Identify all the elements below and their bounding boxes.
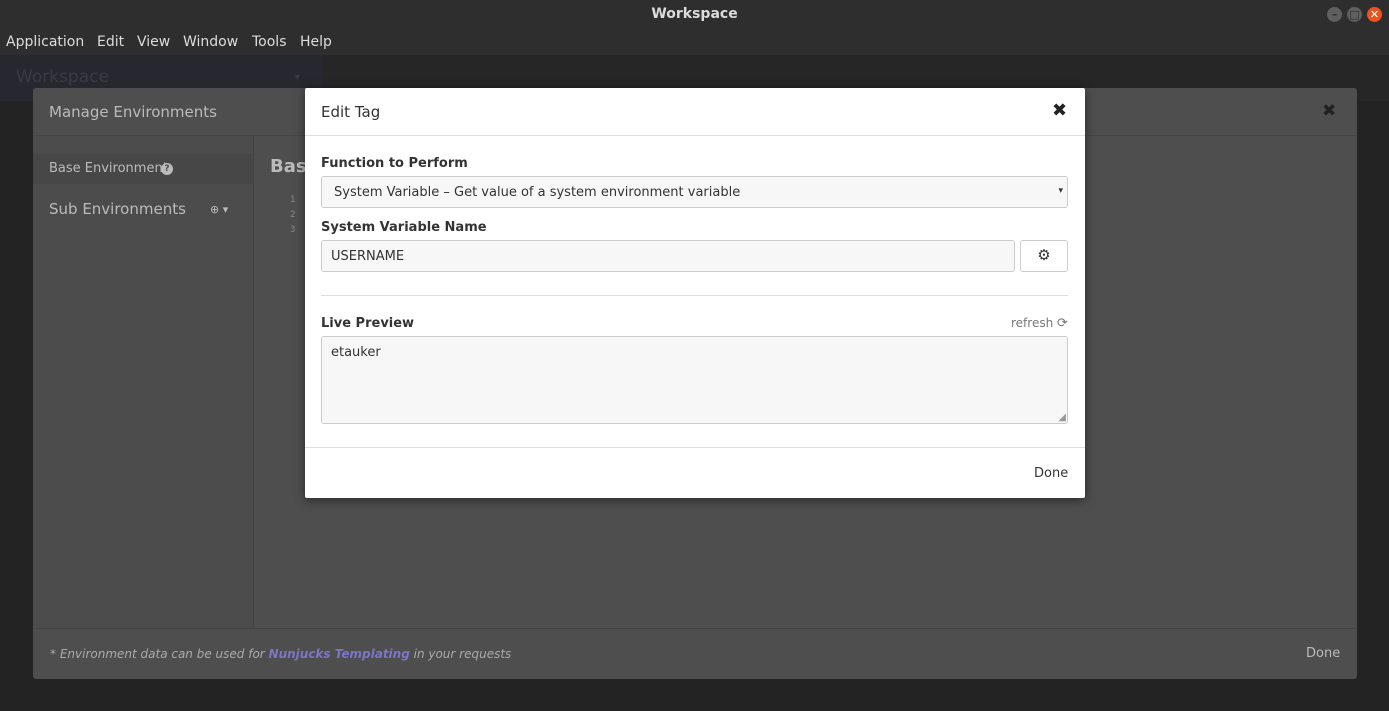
edit-tag-modal: Edit Tag ✖ Function to Perform System Va… [305, 88, 1085, 498]
refresh-icon: ⟳ [1057, 316, 1068, 331]
sidebar-item-base-environment: Base Environment ? [33, 154, 253, 184]
menu-bar: Application Edit View Window Tools Help [0, 30, 1389, 55]
live-preview-textarea[interactable]: etauker ◢ [321, 336, 1068, 424]
chevron-down-icon: ▾ [1058, 186, 1063, 196]
env-footnote: * Environment data can be used for Nunju… [50, 647, 511, 661]
line-number: 1 [290, 195, 296, 205]
workspace-name: Workspace [16, 67, 109, 87]
variable-name-input[interactable]: USERNAME [321, 240, 1015, 272]
env-done-button: Done [1306, 646, 1341, 661]
close-icon[interactable]: ✖ [1052, 100, 1067, 121]
close-icon: ✖ [1322, 101, 1337, 121]
maximize-icon[interactable]: □ [1347, 7, 1362, 22]
menu-edit[interactable]: Edit [97, 34, 124, 50]
chevron-down-icon: ▾ [295, 72, 301, 83]
function-select[interactable]: System Variable – Get value of a system … [321, 176, 1068, 208]
function-select-value: System Variable – Get value of a system … [334, 185, 741, 200]
add-icon: ⊕ ▾ [210, 203, 229, 216]
footnote-suffix: in your requests [409, 647, 512, 661]
menu-application[interactable]: Application [6, 34, 84, 50]
edit-tag-header: Edit Tag ✖ [305, 88, 1085, 136]
menu-tools[interactable]: Tools [252, 34, 287, 50]
divider [321, 295, 1068, 296]
env-modal-title: Manage Environments [49, 103, 217, 121]
line-number: 3 [290, 225, 296, 235]
settings-button[interactable]: ⚙ [1020, 240, 1068, 272]
nunjucks-link: Nunjucks Templating [268, 647, 410, 661]
close-icon[interactable]: ✕ [1367, 7, 1382, 22]
variable-name-value: USERNAME [331, 249, 405, 264]
base-environment-label: Base Environment [49, 161, 168, 176]
resize-grip-icon[interactable]: ◢ [1058, 412, 1066, 423]
function-label: Function to Perform [321, 156, 468, 171]
minimize-icon[interactable]: – [1327, 7, 1342, 22]
refresh-button[interactable]: refresh ⟳ [1011, 316, 1068, 331]
title-bar: Workspace – □ ✕ [0, 0, 1389, 30]
edit-tag-footer: Done [305, 447, 1085, 498]
live-preview-label: Live Preview [321, 316, 415, 331]
sub-environments-label: Sub Environments [49, 200, 186, 218]
menu-help[interactable]: Help [300, 34, 332, 50]
gear-icon: ⚙ [1037, 246, 1051, 264]
env-sidebar: Base Environment ? Sub Environments ⊕ ▾ [33, 136, 254, 628]
menu-view[interactable]: View [137, 34, 170, 50]
footnote-prefix: * Environment data can be used for [50, 647, 269, 661]
env-modal-footer: * Environment data can be used for Nunju… [33, 628, 1357, 679]
live-preview-value: etauker [331, 345, 381, 360]
menu-window[interactable]: Window [183, 34, 238, 50]
done-button[interactable]: Done [1034, 466, 1068, 481]
window-title: Workspace [651, 6, 738, 22]
variable-name-label: System Variable Name [321, 220, 487, 235]
edit-tag-title: Edit Tag [321, 103, 381, 121]
refresh-label: refresh [1011, 316, 1054, 330]
help-icon: ? [161, 163, 173, 175]
line-number: 2 [290, 210, 296, 220]
